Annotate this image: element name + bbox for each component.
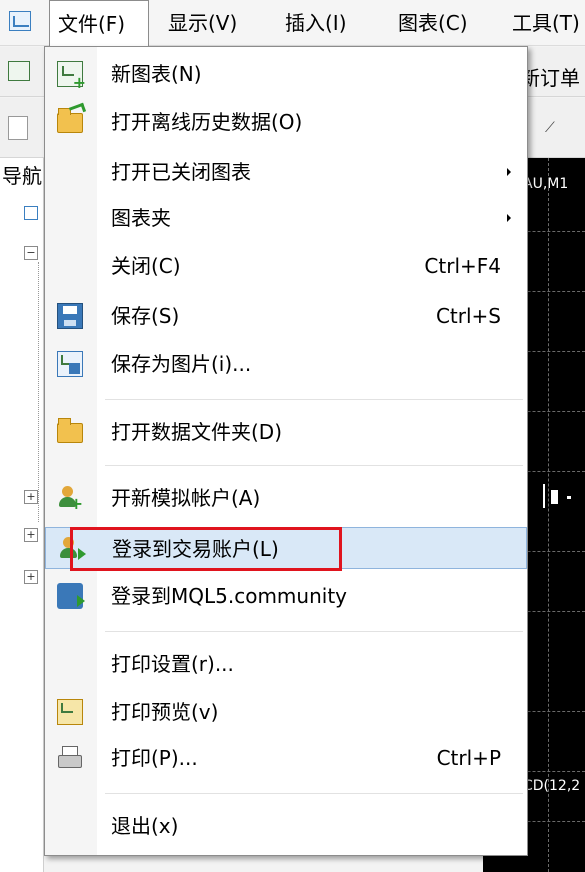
menu-item-label: 打印(P)... bbox=[111, 746, 198, 770]
save-image-icon bbox=[57, 351, 83, 377]
menu-item-label: 打开数据文件夹(D) bbox=[111, 420, 283, 444]
menu-item-label: 关闭(C) bbox=[111, 254, 181, 278]
menu-item-open-data-folder[interactable]: 打开数据文件夹(D) bbox=[45, 411, 527, 453]
menu-item-print-preview[interactable]: 打印预览(v) bbox=[45, 691, 527, 733]
menu-item-new-chart[interactable]: 新图表(N) bbox=[45, 53, 527, 95]
new-account-icon: + bbox=[57, 485, 83, 512]
folder-icon bbox=[57, 418, 83, 443]
menu-item-label: 保存(S) bbox=[111, 304, 180, 328]
chart-symbol-label: AU,M1 bbox=[523, 176, 569, 192]
menu-item-print-setup[interactable]: 打印设置(r)... bbox=[45, 643, 527, 685]
save-icon bbox=[57, 303, 83, 329]
menu-item-label: 退出(x) bbox=[111, 814, 179, 838]
menu-charts[interactable]: 图表(C) bbox=[398, 0, 468, 46]
tree-line bbox=[38, 262, 39, 522]
tree-expand-icon[interactable]: + bbox=[24, 528, 38, 542]
new-chart-icon bbox=[57, 61, 86, 92]
candle bbox=[543, 484, 545, 508]
submenu-arrow-icon bbox=[507, 214, 511, 222]
menu-item-label: 登录到MQL5.community bbox=[111, 584, 348, 608]
menu-separator bbox=[105, 465, 523, 466]
menu-item-shortcut: Ctrl+P bbox=[436, 746, 501, 770]
tree-expand-icon[interactable]: + bbox=[24, 490, 38, 504]
menu-item-shortcut: Ctrl+F4 bbox=[424, 254, 501, 278]
menu-item-login-mql5[interactable]: 登录到MQL5.community bbox=[45, 575, 527, 617]
annotation-highlight-box bbox=[70, 527, 342, 571]
menu-bar: 文件(F) 显示(V) 插入(I) 图表(C) 工具(T) bbox=[0, 0, 585, 47]
new-chart-toolbar-icon[interactable] bbox=[8, 61, 30, 81]
terminal-tree-icon[interactable] bbox=[24, 206, 38, 220]
tree-expand-icon[interactable]: + bbox=[24, 570, 38, 584]
candle bbox=[567, 496, 571, 499]
mql5-login-icon bbox=[57, 583, 85, 609]
menu-item-save[interactable]: 保存(S) Ctrl+S bbox=[45, 295, 527, 337]
candle bbox=[551, 490, 558, 504]
menu-tools[interactable]: 工具(T) bbox=[512, 0, 580, 46]
menu-item-shortcut: Ctrl+S bbox=[435, 304, 501, 328]
menu-insert[interactable]: 插入(I) bbox=[285, 0, 347, 46]
submenu-arrow-icon bbox=[507, 168, 511, 176]
menu-item-label: 保存为图片(i)... bbox=[111, 352, 252, 376]
menu-item-label: 新图表(N) bbox=[111, 62, 202, 86]
menu-view[interactable]: 显示(V) bbox=[168, 0, 237, 46]
menu-item-label: 图表夹 bbox=[111, 206, 171, 230]
open-folder-icon bbox=[57, 108, 83, 133]
print-preview-icon bbox=[57, 699, 83, 725]
menu-file[interactable]: 文件(F) bbox=[49, 0, 149, 47]
menu-separator bbox=[105, 793, 523, 794]
indicator-label: CD(12,2 bbox=[523, 778, 581, 794]
menu-item-profiles[interactable]: 图表夹 bbox=[45, 197, 527, 239]
new-order-button[interactable]: 新订单 bbox=[520, 62, 580, 91]
menu-item-save-as-picture[interactable]: 保存为图片(i)... bbox=[45, 343, 527, 385]
tree-collapse-icon[interactable]: − bbox=[24, 246, 38, 260]
menu-item-open-demo-account[interactable]: + 开新模拟帐户(A) bbox=[45, 477, 527, 519]
menu-item-open-offline[interactable]: 打开离线历史数据(O) bbox=[45, 101, 527, 143]
navigator-title: 导航 bbox=[2, 164, 42, 188]
menu-separator bbox=[105, 631, 523, 632]
menu-item-close[interactable]: 关闭(C) Ctrl+F4 bbox=[45, 245, 527, 287]
menu-item-label: 开新模拟帐户(A) bbox=[111, 486, 261, 510]
printer-icon bbox=[57, 745, 83, 771]
menu-item-label: 打开离线历史数据(O) bbox=[111, 110, 303, 134]
menu-item-print[interactable]: 打印(P)... Ctrl+P bbox=[45, 737, 527, 779]
line-tool-icon[interactable]: ⟋ bbox=[545, 120, 565, 136]
cursor-tool-icon[interactable] bbox=[8, 116, 28, 140]
menu-item-label: 打印预览(v) bbox=[111, 700, 219, 724]
menu-item-label: 打开已关闭图表 bbox=[111, 160, 251, 184]
menu-item-open-closed-charts[interactable]: 打开已关闭图表 bbox=[45, 151, 527, 193]
file-menu-dropdown: 新图表(N) 打开离线历史数据(O) 打开已关闭图表 图表夹 关闭(C) Ctr… bbox=[44, 46, 528, 856]
menu-separator bbox=[105, 399, 523, 400]
app-chart-icon[interactable] bbox=[9, 11, 31, 31]
menu-item-label: 打印设置(r)... bbox=[111, 652, 234, 676]
menu-item-exit[interactable]: 退出(x) bbox=[45, 805, 527, 847]
